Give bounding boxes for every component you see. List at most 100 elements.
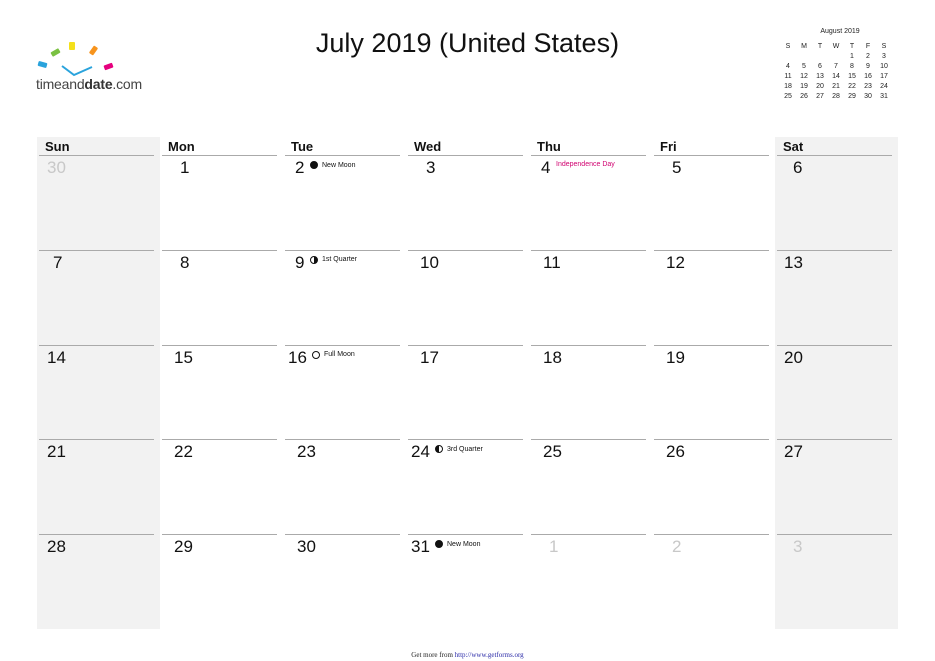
mini-day: 10: [880, 62, 888, 70]
cell-divider: [39, 439, 154, 441]
logo-bar-icon: [37, 60, 48, 69]
day-number: 6: [793, 158, 803, 177]
day-cell[interactable]: 13: [775, 249, 898, 345]
day-cell[interactable]: 15: [160, 344, 283, 440]
mini-day: 27: [816, 92, 824, 100]
mini-day: 28: [832, 92, 840, 100]
month-calendar-grid: Sun 30 7 14 21 28 Mon 1 8 15 22 29 Tue 2 New Moon 9 1st …: [37, 137, 898, 629]
day-cell[interactable]: 1: [160, 155, 283, 250]
event-text: 3rd Quarter: [447, 445, 483, 453]
cell-divider: [531, 344, 646, 346]
event-text: Independence Day: [556, 161, 615, 168]
day-cell[interactable]: 18: [529, 344, 652, 440]
mini-day: 18: [784, 82, 792, 90]
moon-phase-event: Full Moon: [312, 350, 355, 359]
day-number: 30: [297, 537, 316, 557]
day-number: 29: [174, 537, 193, 557]
new-moon-icon: [310, 161, 318, 169]
day-number: 19: [666, 347, 685, 367]
day-number: 15: [174, 347, 193, 367]
day-cell[interactable]: 16 Full Moon: [283, 344, 406, 440]
day-cell[interactable]: 2 New Moon: [283, 155, 406, 250]
day-cell[interactable]: 23: [283, 439, 406, 534]
day-cell[interactable]: 12: [652, 249, 775, 345]
day-cell[interactable]: 30: [283, 534, 406, 629]
day-cell[interactable]: 8: [160, 249, 283, 345]
day-cell[interactable]: 10: [406, 249, 529, 345]
day-cell[interactable]: 26: [652, 439, 775, 534]
day-cell[interactable]: 4 Independence Day: [529, 155, 652, 250]
day-cell[interactable]: 30: [37, 155, 160, 250]
day-cell[interactable]: 20: [775, 344, 898, 440]
day-number: 16: [288, 347, 307, 367]
logo-text: timeanddate.com: [36, 76, 142, 92]
cell-divider: [39, 155, 154, 156]
mini-day: 4: [786, 62, 790, 70]
day-cell[interactable]: 17: [406, 344, 529, 440]
day-cell[interactable]: 1: [529, 534, 652, 629]
day-number: 2: [672, 537, 682, 557]
footer-text: Get more from: [411, 651, 455, 659]
mini-day: 13: [816, 72, 824, 80]
mini-day: 21: [832, 82, 840, 90]
event-text: 1st Quarter: [322, 256, 358, 264]
day-cell[interactable]: 21: [37, 439, 160, 534]
day-column-sun: Sun 30 7 14 21 28: [37, 137, 160, 629]
mini-calendar-august: August 2019 S M T W T F S 1 2 3 4 5 6 7 8 9 10 11 12 13 14 15…: [780, 28, 895, 101]
day-number: 8: [180, 252, 190, 272]
day-cell[interactable]: 28: [37, 534, 160, 629]
cell-divider: [654, 155, 769, 156]
day-number: 7: [53, 252, 63, 272]
cell-divider: [39, 534, 154, 536]
day-cell[interactable]: 19: [652, 344, 775, 440]
cell-divider: [162, 344, 277, 346]
day-cell[interactable]: 3: [775, 534, 898, 629]
cell-divider: [285, 344, 400, 346]
full-moon-icon: [312, 350, 320, 359]
cell-divider: [162, 534, 277, 536]
mini-calendar-title: August 2019: [820, 28, 860, 35]
mini-weekday-header: F: [865, 42, 871, 50]
cell-divider: [777, 344, 892, 346]
cell-divider: [162, 155, 277, 156]
day-cell[interactable]: 2: [652, 534, 775, 629]
day-number: 14: [47, 347, 66, 367]
event-text: New Moon: [322, 161, 356, 169]
cell-divider: [285, 249, 400, 251]
cell-divider: [39, 344, 154, 346]
mini-day: 8: [850, 62, 854, 70]
day-number: 9: [295, 252, 305, 272]
day-cell[interactable]: 5: [652, 155, 775, 250]
cell-divider: [531, 439, 646, 441]
day-cell[interactable]: 22: [160, 439, 283, 534]
mini-weekday-header: S: [785, 42, 791, 50]
day-number: 27: [784, 442, 803, 462]
day-cell[interactable]: 6: [775, 155, 898, 250]
weekday-header: Sun: [45, 139, 70, 154]
cell-divider: [285, 155, 400, 156]
cell-divider: [162, 439, 277, 441]
cell-divider: [285, 534, 400, 536]
cell-divider: [285, 439, 400, 441]
day-cell[interactable]: 7: [37, 249, 160, 345]
day-cell[interactable]: 14: [37, 344, 160, 440]
day-cell[interactable]: 27: [775, 439, 898, 534]
cell-divider: [654, 344, 769, 346]
first-moon-icon: [310, 255, 318, 264]
weekday-header: Thu: [537, 139, 561, 154]
day-cell[interactable]: 29: [160, 534, 283, 629]
footer: Get more from http://www.getforms.org: [0, 651, 935, 659]
day-column-wed: Wed 3 10 17 24 3rd Quarter 31 New Moon: [406, 137, 529, 629]
day-cell[interactable]: 25: [529, 439, 652, 534]
day-cell[interactable]: 9 1st Quarter: [283, 249, 406, 345]
day-number: 4: [541, 158, 551, 177]
day-cell[interactable]: 24 3rd Quarter: [406, 439, 529, 534]
mini-day: 19: [800, 82, 808, 90]
day-cell[interactable]: 3: [406, 155, 529, 250]
mini-day: 16: [864, 72, 872, 80]
mini-day: 3: [882, 52, 886, 60]
mini-day: 1: [850, 52, 854, 60]
day-cell[interactable]: 11: [529, 249, 652, 345]
day-cell[interactable]: 31 New Moon: [406, 534, 529, 629]
footer-link[interactable]: http://www.getforms.org: [455, 651, 524, 659]
